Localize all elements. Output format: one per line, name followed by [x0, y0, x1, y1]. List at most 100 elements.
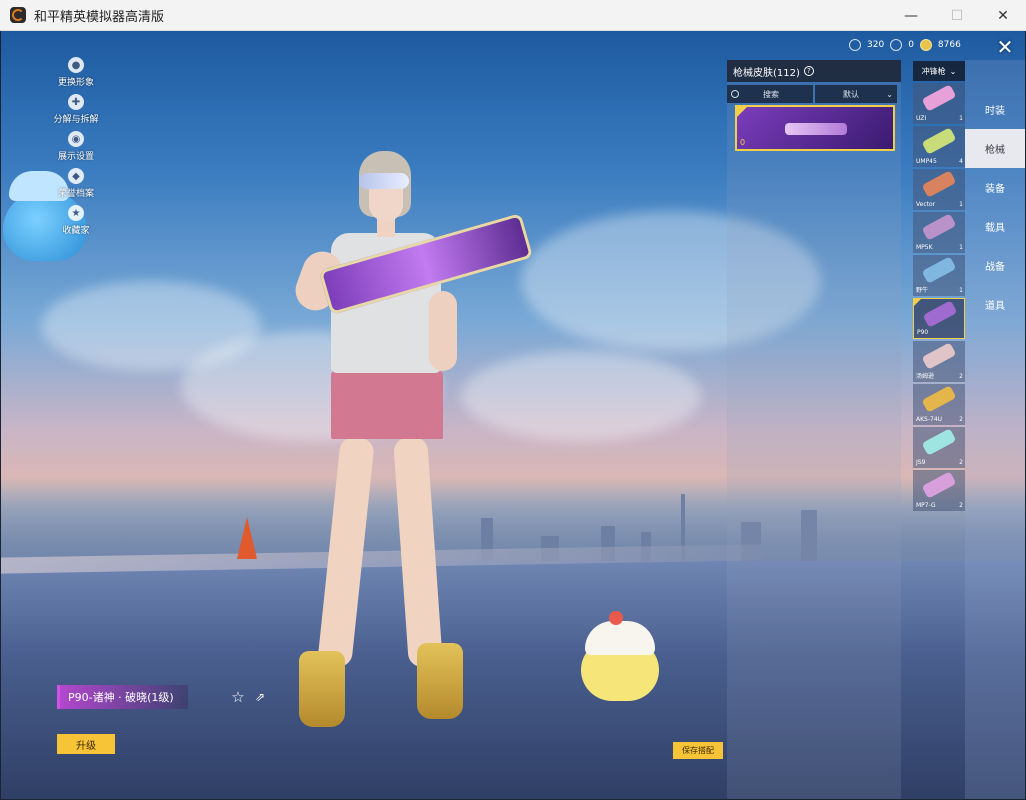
selected-corner-icon: [737, 107, 747, 117]
upgrade-button[interactable]: 升级: [57, 734, 115, 754]
weapon-skin-count: 2: [959, 416, 963, 423]
badge-icon: [890, 39, 903, 51]
sort-dropdown[interactable]: 默认 ⌄: [815, 85, 897, 103]
weapon-skin-count: 2: [959, 373, 963, 380]
category-tab[interactable]: 装备: [965, 168, 1025, 207]
weapon-item[interactable]: 汤姆逊 2: [913, 341, 965, 382]
window-controls: — ☐ ✕: [888, 0, 1026, 31]
weapon-item[interactable]: JS9 2: [913, 427, 965, 468]
weapon-thumbnail: [921, 213, 957, 241]
weapon-skin-count: 1: [959, 115, 963, 122]
weapon-item[interactable]: 野牛 1: [913, 255, 965, 296]
chick-pet[interactable]: [581, 611, 661, 701]
weapon-skin-count: 2: [959, 502, 963, 509]
weapon-name: P90: [917, 329, 929, 336]
avatar-icon: ●: [68, 57, 84, 73]
traffic-cone: [237, 517, 257, 559]
goggles: [359, 173, 409, 189]
coupon-icon: [849, 39, 861, 51]
category-tab[interactable]: 道具: [965, 285, 1025, 324]
window-titlebar: 和平精英模拟器高清版 — ☐ ✕: [0, 0, 1026, 31]
puzzle-icon: ✚: [68, 94, 84, 110]
weapon-name: 野牛: [916, 287, 929, 294]
gold-boot-right: [417, 643, 463, 719]
weapon-thumbnail: [921, 256, 957, 284]
category-tab[interactable]: 时装: [965, 90, 1025, 129]
weapon-skin-panel: 枪械皮肤(112) ? 搜索 默认 ⌄ 0: [727, 60, 901, 799]
minimize-button[interactable]: —: [888, 0, 934, 31]
category-tab[interactable]: 载具: [965, 207, 1025, 246]
weapon-name: UZI: [916, 115, 927, 122]
currency-bar: 320 0 8766: [849, 39, 961, 51]
collector-icon: ★: [68, 205, 84, 221]
weapon-thumbnail: [921, 84, 957, 112]
app-logo-icon: [10, 7, 26, 23]
close-icon[interactable]: ✕: [993, 35, 1017, 59]
eye-icon: ◉: [68, 131, 84, 147]
selected-skin-name: P90-诸神 · 破晓(1级): [57, 685, 188, 709]
player-character[interactable]: [289, 151, 534, 741]
skin-thumbnail: [785, 123, 847, 135]
left-menu: ● 更换形象 ✚ 分解与拆解 ◉ 展示设置 ◆ 荣誉档案 ★ 收藏家: [46, 57, 106, 242]
weapon-skin-count: 1: [959, 201, 963, 208]
weapon-name: AKS-74U: [916, 416, 943, 423]
skin-card-selected[interactable]: 0: [735, 105, 895, 151]
weapon-thumbnail: [922, 300, 958, 328]
weapon-name: 汤姆逊: [916, 373, 935, 380]
chevron-down-icon: ⌄: [886, 89, 893, 99]
maximize-button[interactable]: ☐: [934, 0, 980, 31]
weapon-thumbnail: [921, 385, 957, 413]
save-outfit-button[interactable]: 保存搭配: [673, 742, 723, 759]
weapon-type-filter[interactable]: 冲锋枪 ⌄: [913, 61, 965, 81]
gold-boot-left: [299, 651, 345, 727]
weapon-item[interactable]: UMP45 4: [913, 126, 965, 167]
weapon-list: 冲锋枪 ⌄ UZI 1 UMP45 4 Vector 1 MP5K 1 野牛 1 P90 汤姆逊 2 AK…: [913, 61, 965, 799]
window-title: 和平精英模拟器高清版: [34, 9, 165, 25]
weapon-thumbnail: [921, 428, 957, 456]
category-tab[interactable]: 枪械: [965, 129, 1025, 168]
weapon-item[interactable]: UZI 1: [913, 83, 965, 124]
weapon-thumbnail: [921, 170, 957, 198]
skin-panel-header: 枪械皮肤(112) ?: [727, 60, 901, 82]
weapon-thumbnail: [921, 471, 957, 499]
skin-search-input[interactable]: 搜索: [727, 85, 813, 103]
game-viewport[interactable]: ● 更换形象 ✚ 分解与拆解 ◉ 展示设置 ◆ 荣誉档案 ★ 收藏家 320 0…: [1, 31, 1025, 799]
help-icon[interactable]: ?: [803, 66, 814, 76]
weapon-skin-count: 1: [959, 287, 963, 294]
weapon-name: MP7-G: [916, 502, 936, 509]
badge-value: 0: [908, 40, 914, 50]
search-icon: [731, 90, 739, 98]
character-face: [369, 187, 403, 221]
pink-skirt: [331, 371, 443, 439]
left-menu-item-display[interactable]: ◉ 展示设置: [46, 131, 106, 162]
gold-icon: [919, 39, 932, 51]
weapon-skin-count: 2: [959, 459, 963, 466]
coupon-value: 320: [867, 40, 885, 50]
weapon-name: UMP45: [916, 158, 937, 165]
close-window-button[interactable]: ✕: [980, 0, 1026, 31]
left-menu-item-collector[interactable]: ★ 收藏家: [46, 205, 106, 236]
weapon-item[interactable]: AKS-74U 2: [913, 384, 965, 425]
weapon-thumbnail: [921, 342, 957, 370]
weapon-skin-count: 1: [959, 244, 963, 251]
weapon-skin-count: 4: [959, 158, 963, 165]
left-menu-item-honor[interactable]: ◆ 荣誉档案: [46, 168, 106, 199]
weapon-item[interactable]: Vector 1: [913, 169, 965, 210]
weapon-name: MP5K: [916, 244, 933, 251]
category-tabs: 时装 枪械 装备 载具 战备 道具: [965, 60, 1025, 799]
category-tab[interactable]: 战备: [965, 246, 1025, 285]
gold-value: 8766: [937, 40, 961, 50]
skin-panel-title: 枪械皮肤(112): [733, 67, 800, 79]
share-icon[interactable]: ⇗: [251, 688, 269, 706]
left-menu-item-avatar[interactable]: ● 更换形象: [46, 57, 106, 88]
weapon-item[interactable]: P90: [913, 298, 965, 339]
left-menu-item-dismantle[interactable]: ✚ 分解与拆解: [46, 94, 106, 125]
weapon-name: Vector: [916, 201, 936, 208]
weapon-thumbnail: [921, 127, 957, 155]
weapon-item[interactable]: MP5K 1: [913, 212, 965, 253]
weapon-item[interactable]: MP7-G 2: [913, 470, 965, 511]
selected-corner-icon: [914, 299, 921, 306]
medal-icon: ◆: [68, 168, 84, 184]
favorite-star-icon[interactable]: ☆: [229, 688, 247, 706]
weapon-name: JS9: [916, 459, 926, 466]
